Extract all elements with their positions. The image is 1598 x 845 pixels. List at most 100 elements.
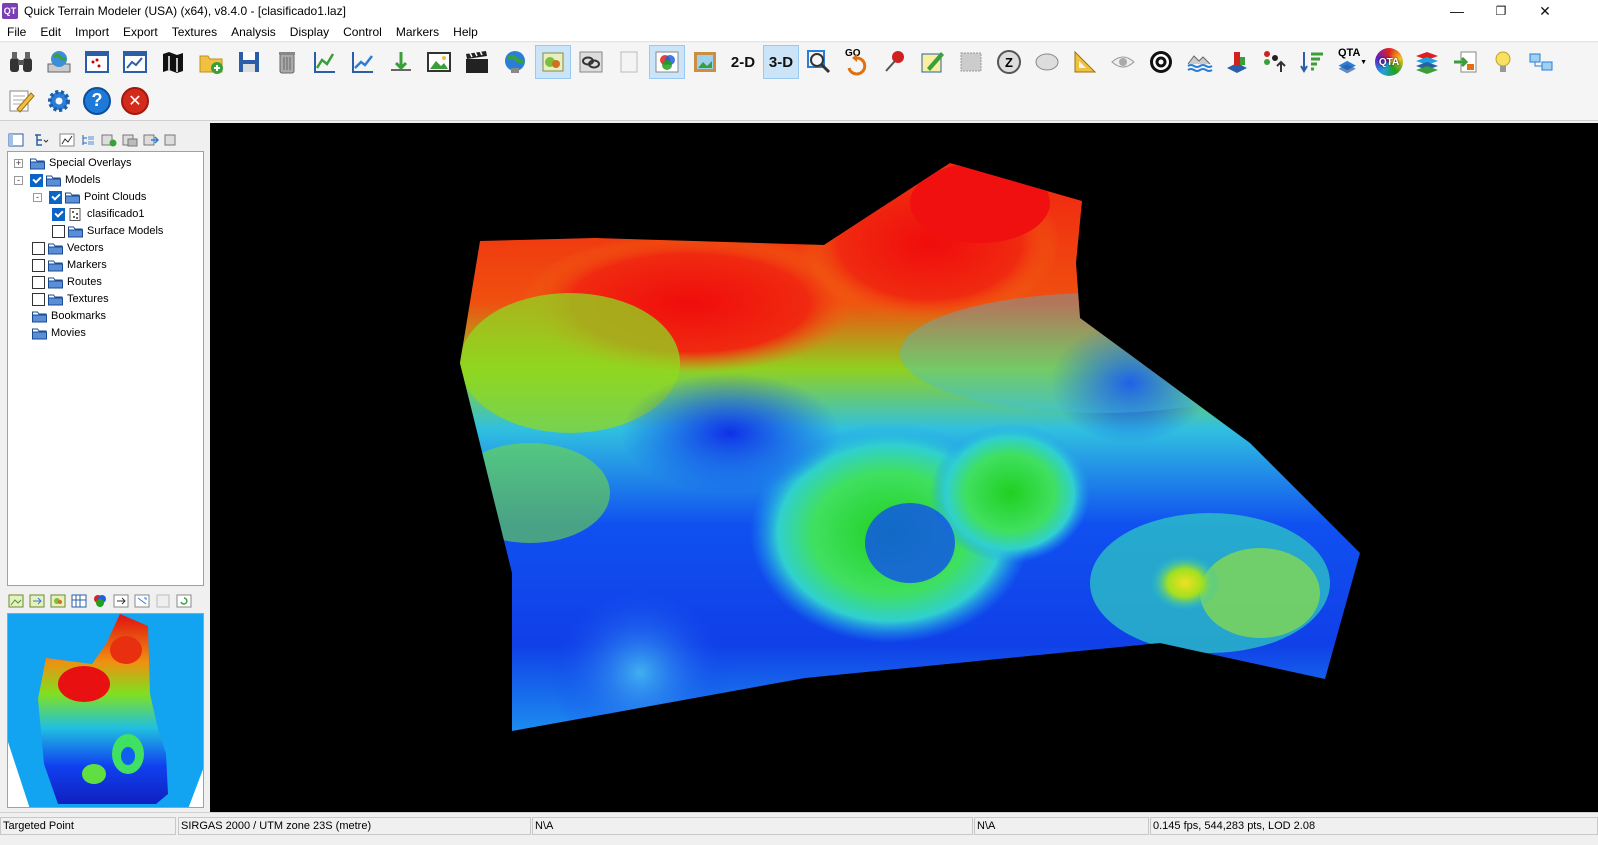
settings-button[interactable]: [41, 84, 77, 118]
tree-item-bookmarks[interactable]: Bookmarks: [32, 308, 106, 324]
texture-toggle-button[interactable]: [535, 45, 571, 79]
ov-tool-2[interactable]: [27, 592, 46, 610]
menu-analysis[interactable]: Analysis: [224, 22, 283, 42]
open-points-button[interactable]: [79, 45, 115, 79]
movie-button[interactable]: [459, 45, 495, 79]
visibility-checkbox[interactable]: [52, 207, 65, 221]
close-window-button[interactable]: ✕: [1522, 0, 1568, 22]
move-layer-button[interactable]: [141, 131, 160, 149]
add-layer-button[interactable]: [99, 131, 118, 149]
image-export-button[interactable]: [421, 45, 457, 79]
network-button[interactable]: [1523, 45, 1559, 79]
menu-file[interactable]: File: [0, 22, 33, 42]
menu-edit[interactable]: Edit: [33, 22, 68, 42]
qta-dropdown-button[interactable]: QTA ▼: [1333, 45, 1369, 79]
visibility-checkbox[interactable]: [52, 224, 65, 238]
visibility-checkbox[interactable]: [32, 275, 45, 289]
blank-page-button[interactable]: [611, 45, 647, 79]
ellipse-button[interactable]: [1029, 45, 1065, 79]
help-button[interactable]: ?: [79, 84, 115, 118]
tree-item-clasificado1[interactable]: clasificado1: [52, 206, 144, 222]
remove-layer-button[interactable]: [162, 131, 181, 149]
notes-button[interactable]: [3, 84, 39, 118]
visibility-checkbox[interactable]: [30, 173, 43, 187]
profile-button[interactable]: [307, 45, 343, 79]
menu-textures[interactable]: Textures: [165, 22, 224, 42]
tree-item-models[interactable]: - Models: [14, 172, 100, 188]
exit-button[interactable]: ✕: [117, 84, 153, 118]
ov-tool-4[interactable]: [69, 592, 88, 610]
visibility-checkbox[interactable]: [32, 292, 45, 306]
histogram-button[interactable]: [57, 131, 76, 149]
panel-icon: [8, 133, 23, 147]
tree-item-vectors[interactable]: Vectors: [32, 240, 104, 256]
merge-layers-button[interactable]: [120, 131, 139, 149]
view-3d-button[interactable]: 3-D: [763, 45, 799, 79]
export-model-button[interactable]: [1447, 45, 1483, 79]
collapse-icon[interactable]: -: [14, 175, 23, 185]
globe-computer-button[interactable]: [41, 45, 77, 79]
tree-item-point-clouds[interactable]: - Point Clouds: [33, 189, 146, 205]
tips-button[interactable]: [1485, 45, 1521, 79]
chain-button[interactable]: [573, 45, 609, 79]
qta-analysis-button[interactable]: QTA: [1371, 45, 1407, 79]
tree-item-routes[interactable]: Routes: [32, 274, 102, 290]
ov-tool-6[interactable]: [111, 592, 130, 610]
restore-button[interactable]: ❐: [1478, 0, 1524, 22]
tree-options-button[interactable]: [27, 131, 55, 149]
menu-export[interactable]: Export: [116, 22, 165, 42]
view-2d-button[interactable]: 2-D: [725, 45, 761, 79]
list-button[interactable]: [78, 131, 97, 149]
ov-tool-3[interactable]: [48, 592, 67, 610]
visibility-checkbox[interactable]: [32, 258, 45, 272]
ov-tool-8[interactable]: [153, 592, 172, 610]
visibility-checkbox[interactable]: [32, 241, 45, 255]
grey-rect-button[interactable]: [953, 45, 989, 79]
pushpin-button[interactable]: [877, 45, 913, 79]
open-surface-button[interactable]: [117, 45, 153, 79]
ov-tool-1[interactable]: [6, 592, 25, 610]
tree-item-markers[interactable]: Markers: [32, 257, 107, 273]
menu-import[interactable]: Import: [68, 22, 116, 42]
ov-tool-5[interactable]: [90, 592, 109, 610]
tree-item-surface-models[interactable]: Surface Models: [52, 223, 163, 239]
goto-button[interactable]: GO: [839, 45, 875, 79]
zoom-extent-button[interactable]: [801, 45, 837, 79]
picture-frame-button[interactable]: [687, 45, 723, 79]
map-button[interactable]: [155, 45, 191, 79]
menu-markers[interactable]: Markers: [389, 22, 446, 42]
ov-tool-9[interactable]: [174, 592, 193, 610]
cross-section-button[interactable]: [383, 45, 419, 79]
tree-item-textures[interactable]: Textures: [32, 291, 109, 307]
menu-display[interactable]: Display: [283, 22, 336, 42]
binoculars-button[interactable]: [3, 45, 39, 79]
bar-3d-button[interactable]: [1219, 45, 1255, 79]
rgb-button[interactable]: [649, 45, 685, 79]
visibility-checkbox[interactable]: [49, 190, 62, 204]
z-scale-button[interactable]: Z: [991, 45, 1027, 79]
classify-button[interactable]: [1257, 45, 1293, 79]
tree-item-special-overlays[interactable]: + Special Overlays: [14, 155, 132, 171]
visibility-button[interactable]: [1105, 45, 1141, 79]
ov-tool-7[interactable]: [132, 592, 151, 610]
trash-button[interactable]: [269, 45, 305, 79]
water-level-button[interactable]: [1181, 45, 1217, 79]
menu-control[interactable]: Control: [336, 22, 389, 42]
edit-annotation-button[interactable]: [915, 45, 951, 79]
menu-help[interactable]: Help: [446, 22, 485, 42]
measure-button[interactable]: [1067, 45, 1103, 79]
minimize-button[interactable]: —: [1434, 0, 1480, 22]
filter-button[interactable]: [1295, 45, 1331, 79]
panel-view-button[interactable]: [6, 131, 25, 149]
expand-icon[interactable]: +: [14, 158, 23, 168]
globe-link-button[interactable]: [497, 45, 533, 79]
line-chart-button[interactable]: [345, 45, 381, 79]
collapse-icon[interactable]: -: [33, 192, 42, 202]
layers-stack-button[interactable]: [1409, 45, 1445, 79]
tree-item-movies[interactable]: Movies: [32, 325, 86, 341]
3d-viewport[interactable]: [210, 123, 1598, 812]
add-folder-button[interactable]: [193, 45, 229, 79]
save-button[interactable]: [231, 45, 267, 79]
overview-map[interactable]: [7, 613, 204, 808]
target-button[interactable]: [1143, 45, 1179, 79]
